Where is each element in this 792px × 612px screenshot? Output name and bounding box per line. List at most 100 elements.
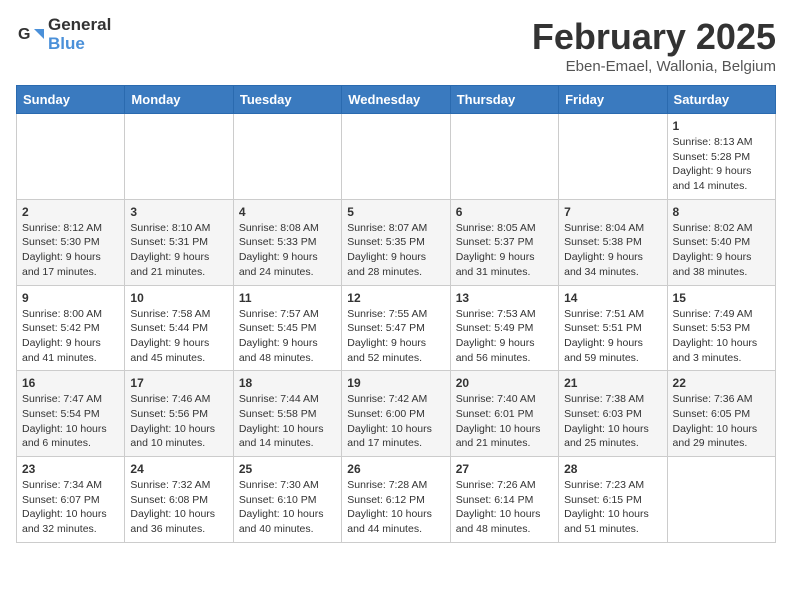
logo-general-text: General bbox=[48, 16, 111, 35]
day-info: Sunrise: 7:46 AM Sunset: 5:56 PM Dayligh… bbox=[130, 392, 227, 451]
day-number: 15 bbox=[673, 291, 770, 305]
day-info: Sunrise: 7:57 AM Sunset: 5:45 PM Dayligh… bbox=[239, 307, 336, 366]
day-cell: 17 Sunrise: 7:46 AM Sunset: 5:56 PM Dayli… bbox=[125, 371, 233, 457]
day-info: Sunrise: 8:10 AM Sunset: 5:31 PM Dayligh… bbox=[130, 221, 227, 280]
day-info: Sunrise: 7:49 AM Sunset: 5:53 PM Dayligh… bbox=[673, 307, 770, 366]
day-info: Sunrise: 7:47 AM Sunset: 5:54 PM Dayligh… bbox=[22, 392, 119, 451]
svg-text:G: G bbox=[18, 26, 30, 43]
day-cell: 1 Sunrise: 8:13 AM Sunset: 5:28 PM Daylig… bbox=[667, 114, 775, 200]
day-cell: 5 Sunrise: 8:07 AM Sunset: 5:35 PM Daylig… bbox=[342, 199, 450, 285]
day-number: 27 bbox=[456, 462, 553, 476]
day-info: Sunrise: 7:40 AM Sunset: 6:01 PM Dayligh… bbox=[456, 392, 553, 451]
week-row-1: 2Sunrise: 8:12 AM Sunset: 5:30 PM Daylig… bbox=[17, 199, 776, 285]
day-cell: 25 Sunrise: 7:30 AM Sunset: 6:10 PM Dayli… bbox=[233, 457, 341, 543]
day-number: 9 bbox=[22, 291, 119, 305]
day-cell: 24Sunrise: 7:32 AM Sunset: 6:08 PM Dayli… bbox=[125, 457, 233, 543]
location-title: Eben-Emael, Wallonia, Belgium bbox=[532, 58, 776, 75]
day-info: Sunrise: 7:30 AM Sunset: 6:10 PM Dayligh… bbox=[239, 478, 336, 537]
day-number: 17 bbox=[130, 376, 227, 390]
day-number: 3 bbox=[130, 205, 227, 219]
day-cell bbox=[450, 114, 558, 200]
day-number: 23 bbox=[22, 462, 119, 476]
day-cell: 16 Sunrise: 7:47 AM Sunset: 5:54 PM Dayli… bbox=[17, 371, 125, 457]
day-number: 1 bbox=[673, 119, 770, 133]
day-number: 22 bbox=[673, 376, 770, 390]
day-cell bbox=[233, 114, 341, 200]
day-number: 18 bbox=[239, 376, 336, 390]
logo-blue-text: Blue bbox=[48, 35, 111, 54]
day-number: 10 bbox=[130, 291, 227, 305]
day-cell: 21Sunrise: 7:38 AM Sunset: 6:03 PM Dayli… bbox=[559, 371, 667, 457]
day-cell bbox=[559, 114, 667, 200]
day-cell: 14 Sunrise: 7:51 AM Sunset: 5:51 PM Dayli… bbox=[559, 285, 667, 371]
header-sunday: Sunday bbox=[17, 86, 125, 114]
day-cell: 6Sunrise: 8:05 AM Sunset: 5:37 PM Daylig… bbox=[450, 199, 558, 285]
day-cell: 4 Sunrise: 8:08 AM Sunset: 5:33 PM Daylig… bbox=[233, 199, 341, 285]
day-number: 19 bbox=[347, 376, 444, 390]
day-number: 24 bbox=[130, 462, 227, 476]
day-cell bbox=[125, 114, 233, 200]
day-info: Sunrise: 7:23 AM Sunset: 6:15 PM Dayligh… bbox=[564, 478, 661, 537]
day-info: Sunrise: 8:00 AM Sunset: 5:42 PM Dayligh… bbox=[22, 307, 119, 366]
day-cell: 28 Sunrise: 7:23 AM Sunset: 6:15 PM Dayli… bbox=[559, 457, 667, 543]
header-friday: Friday bbox=[559, 86, 667, 114]
day-number: 26 bbox=[347, 462, 444, 476]
day-number: 25 bbox=[239, 462, 336, 476]
day-cell: 27 Sunrise: 7:26 AM Sunset: 6:14 PM Dayli… bbox=[450, 457, 558, 543]
title-area: February 2025 Eben-Emael, Wallonia, Belg… bbox=[532, 16, 776, 75]
day-number: 14 bbox=[564, 291, 661, 305]
day-info: Sunrise: 7:53 AM Sunset: 5:49 PM Dayligh… bbox=[456, 307, 553, 366]
day-cell bbox=[342, 114, 450, 200]
header: G General Blue February 2025 Eben-Emael,… bbox=[16, 16, 776, 75]
day-cell: 18 Sunrise: 7:44 AM Sunset: 5:58 PM Dayli… bbox=[233, 371, 341, 457]
day-cell: 20 Sunrise: 7:40 AM Sunset: 6:01 PM Dayli… bbox=[450, 371, 558, 457]
week-row-2: 9 Sunrise: 8:00 AM Sunset: 5:42 PM Daylig… bbox=[17, 285, 776, 371]
day-number: 13 bbox=[456, 291, 553, 305]
day-number: 4 bbox=[239, 205, 336, 219]
day-info: Sunrise: 8:04 AM Sunset: 5:38 PM Dayligh… bbox=[564, 221, 661, 280]
day-number: 16 bbox=[22, 376, 119, 390]
day-cell: 15 Sunrise: 7:49 AM Sunset: 5:53 PM Dayli… bbox=[667, 285, 775, 371]
day-number: 2 bbox=[22, 205, 119, 219]
day-info: Sunrise: 7:38 AM Sunset: 6:03 PM Dayligh… bbox=[564, 392, 661, 451]
day-cell: 22Sunrise: 7:36 AM Sunset: 6:05 PM Dayli… bbox=[667, 371, 775, 457]
day-info: Sunrise: 8:02 AM Sunset: 5:40 PM Dayligh… bbox=[673, 221, 770, 280]
day-info: Sunrise: 8:13 AM Sunset: 5:28 PM Dayligh… bbox=[673, 135, 770, 194]
day-cell: 9 Sunrise: 8:00 AM Sunset: 5:42 PM Daylig… bbox=[17, 285, 125, 371]
day-cell: 11Sunrise: 7:57 AM Sunset: 5:45 PM Dayli… bbox=[233, 285, 341, 371]
day-number: 8 bbox=[673, 205, 770, 219]
calendar-table: SundayMondayTuesdayWednesdayThursdayFrid… bbox=[16, 85, 776, 543]
day-info: Sunrise: 8:08 AM Sunset: 5:33 PM Dayligh… bbox=[239, 221, 336, 280]
day-cell bbox=[667, 457, 775, 543]
header-monday: Monday bbox=[125, 86, 233, 114]
day-info: Sunrise: 7:55 AM Sunset: 5:47 PM Dayligh… bbox=[347, 307, 444, 366]
day-cell: 10 Sunrise: 7:58 AM Sunset: 5:44 PM Dayli… bbox=[125, 285, 233, 371]
day-cell bbox=[17, 114, 125, 200]
week-row-3: 16 Sunrise: 7:47 AM Sunset: 5:54 PM Dayli… bbox=[17, 371, 776, 457]
calendar-header-row: SundayMondayTuesdayWednesdayThursdayFrid… bbox=[17, 86, 776, 114]
header-thursday: Thursday bbox=[450, 86, 558, 114]
day-info: Sunrise: 7:42 AM Sunset: 6:00 PM Dayligh… bbox=[347, 392, 444, 451]
day-number: 5 bbox=[347, 205, 444, 219]
day-info: Sunrise: 7:26 AM Sunset: 6:14 PM Dayligh… bbox=[456, 478, 553, 537]
day-cell: 7 Sunrise: 8:04 AM Sunset: 5:38 PM Daylig… bbox=[559, 199, 667, 285]
day-cell: 26Sunrise: 7:28 AM Sunset: 6:12 PM Dayli… bbox=[342, 457, 450, 543]
header-wednesday: Wednesday bbox=[342, 86, 450, 114]
day-info: Sunrise: 8:07 AM Sunset: 5:35 PM Dayligh… bbox=[347, 221, 444, 280]
day-cell: 3 Sunrise: 8:10 AM Sunset: 5:31 PM Daylig… bbox=[125, 199, 233, 285]
month-title: February 2025 bbox=[532, 16, 776, 58]
day-cell: 12Sunrise: 7:55 AM Sunset: 5:47 PM Dayli… bbox=[342, 285, 450, 371]
header-saturday: Saturday bbox=[667, 86, 775, 114]
day-number: 6 bbox=[456, 205, 553, 219]
day-info: Sunrise: 7:34 AM Sunset: 6:07 PM Dayligh… bbox=[22, 478, 119, 537]
logo-icon: G bbox=[16, 21, 44, 49]
day-number: 28 bbox=[564, 462, 661, 476]
week-row-0: 1 Sunrise: 8:13 AM Sunset: 5:28 PM Daylig… bbox=[17, 114, 776, 200]
week-row-4: 23 Sunrise: 7:34 AM Sunset: 6:07 PM Dayli… bbox=[17, 457, 776, 543]
day-number: 20 bbox=[456, 376, 553, 390]
day-info: Sunrise: 7:51 AM Sunset: 5:51 PM Dayligh… bbox=[564, 307, 661, 366]
day-cell: 8 Sunrise: 8:02 AM Sunset: 5:40 PM Daylig… bbox=[667, 199, 775, 285]
day-number: 7 bbox=[564, 205, 661, 219]
day-info: Sunrise: 7:44 AM Sunset: 5:58 PM Dayligh… bbox=[239, 392, 336, 451]
day-info: Sunrise: 7:58 AM Sunset: 5:44 PM Dayligh… bbox=[130, 307, 227, 366]
